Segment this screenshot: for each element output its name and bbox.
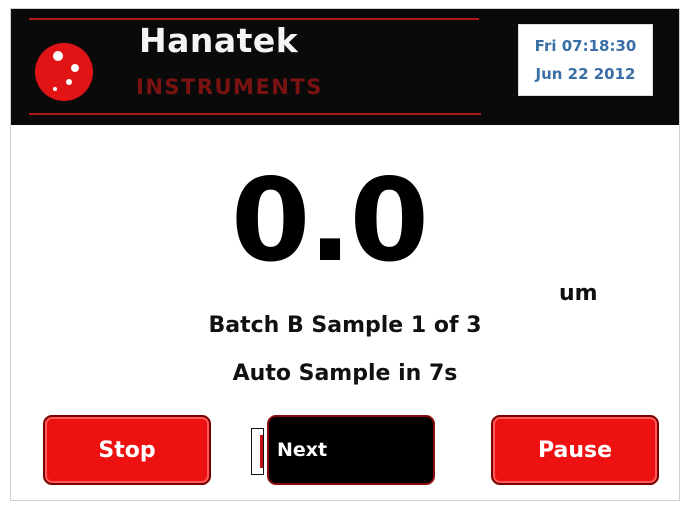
brand-name: Hanatek <box>139 21 299 60</box>
brand-subtitle: INSTRUMENTS <box>136 75 323 99</box>
next-button-label: Next <box>277 439 328 461</box>
header-bar: Hanatek INSTRUMENTS Fri 07:18:30 Jun 22 … <box>11 9 679 125</box>
text-cursor-icon <box>251 428 264 475</box>
hanatek-logo-icon <box>35 43 93 101</box>
stop-button-label: Stop <box>98 437 156 463</box>
pause-button-label: Pause <box>537 437 613 463</box>
stop-button[interactable]: Stop <box>43 415 211 485</box>
datetime-line-2: Jun 22 2012 <box>535 65 636 83</box>
datetime-display: Fri 07:18:30 Jun 22 2012 <box>518 24 653 96</box>
next-button[interactable]: Next <box>267 415 435 485</box>
measurement-value: 0.0 <box>231 154 429 287</box>
header-divider-top <box>29 18 479 20</box>
batch-status: Batch B Sample 1 of 3 <box>208 313 482 338</box>
device-screen: Hanatek INSTRUMENTS Fri 07:18:30 Jun 22 … <box>10 8 680 501</box>
pause-button[interactable]: Pause <box>491 415 659 485</box>
datetime-line-1: Fri 07:18:30 <box>534 37 637 55</box>
auto-sample-status: Auto Sample in 7s <box>232 361 458 386</box>
header-divider-bottom <box>29 113 481 115</box>
measurement-unit: um <box>559 281 598 306</box>
